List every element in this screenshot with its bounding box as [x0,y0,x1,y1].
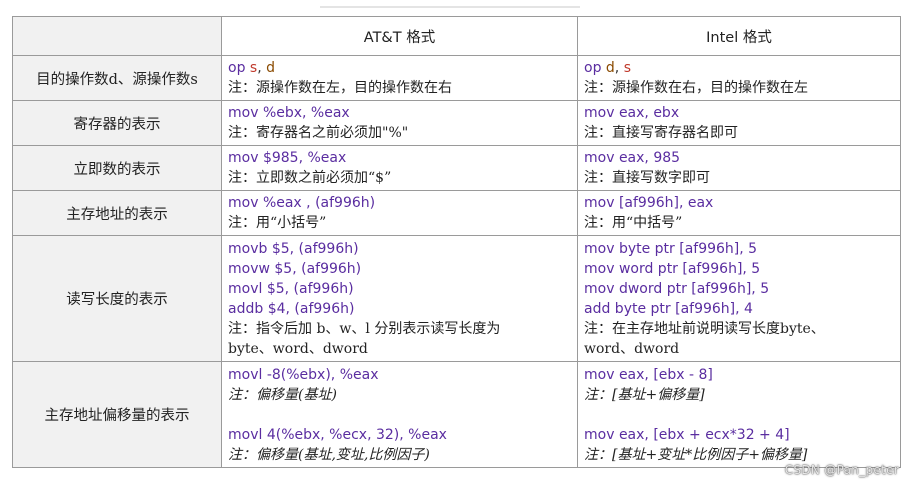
table-row: 读写长度的表示 movb $5, (af996h) movw $5, (af99… [12,235,901,362]
row-label: 目的操作数d、源操作数s [12,55,222,101]
intel-cell: mov eax, [ebx - 8] 注：[基址+偏移量] mov eax, [… [577,361,901,468]
code-line: mov %ebx, %eax [228,105,350,121]
code-line: mov [af996h], eax [584,195,714,211]
note-text: 注：源操作数在右，目的操作数在左 [584,80,808,96]
note-text: 注：偏移量(基址,变址,比例因子) [228,446,430,463]
table-row: 目的操作数d、源操作数s op s, d 注：源操作数在左，目的操作数在右 op… [12,55,901,101]
note-text: 注：偏移量(基址) [228,386,337,403]
code-line: movb $5, (af996h) [228,240,359,257]
note-text: 注：直接写数字即可 [584,170,710,186]
row-label: 主存地址偏移量的表示 [12,361,222,468]
intel-cell: mov eax, ebx 注：直接写寄存器名即可 [577,100,901,146]
header-att: AT&T 格式 [221,16,578,56]
code-line: mov eax, [ebx + ecx*32 + 4] [584,426,790,443]
code-line: addb $4, (af996h) [228,300,355,317]
code-keyword: op [228,60,246,76]
intel-cell: op d, s 注：源操作数在右，目的操作数在左 [577,55,901,101]
note-text: word、dword [584,340,680,357]
code-line: mov eax, 985 [584,150,681,166]
note-text: 注：在主存地址前说明读写长度byte、 [584,320,825,337]
code-operand: s [623,60,631,76]
att-cell: mov $985, %eax 注：立即数之前必须加“$” [221,145,578,191]
att-cell: mov %eax , (af996h) 注：用“小括号” [221,190,578,236]
code-line: movl -8(%ebx), %eax [228,366,379,383]
code-operand: d [266,60,275,76]
code-line: movl $5, (af996h) [228,280,354,297]
code-line: add byte ptr [af996h], 4 [584,300,753,317]
row-label: 寄存器的表示 [12,100,222,146]
note-text: 注：[基址+变址*比例因子+偏移量] [584,446,808,463]
top-divider [320,6,580,8]
table-row: 主存地址偏移量的表示 movl -8(%ebx), %eax 注：偏移量(基址)… [12,361,901,468]
table-row: 主存地址的表示 mov %eax , (af996h) 注：用“小括号” mov… [12,190,901,236]
header-row: AT&T 格式 Intel 格式 [12,16,901,56]
note-text: 注：立即数之前必须加“$” [228,170,392,186]
note-text: 注：用“小括号” [228,215,327,231]
watermark: CSDN @Pan_peter [784,463,899,477]
code-line: mov eax, [ebx - 8] [584,366,713,383]
code-keyword: op [584,60,602,76]
code-line: mov $985, %eax [228,150,347,166]
note-text: byte、word、dword [228,340,368,357]
intel-cell: mov byte ptr [af996h], 5 mov word ptr [a… [577,235,901,362]
att-cell: op s, d 注：源操作数在左，目的操作数在右 [221,55,578,101]
att-cell: movb $5, (af996h) movw $5, (af996h) movl… [221,235,578,362]
code-line: movl 4(%ebx, %ecx, 32), %eax [228,426,447,443]
code-line: op s, d [228,60,275,76]
note-text: 注：[基址+偏移量] [584,386,705,403]
code-line: mov byte ptr [af996h], 5 [584,240,758,257]
code-line: mov eax, ebx [584,105,680,121]
intel-cell: mov [af996h], eax 注：用“中括号” [577,190,901,236]
table-row: 寄存器的表示 mov %ebx, %eax 注：寄存器名之前必须加"%" mov… [12,100,901,146]
row-label: 主存地址的表示 [12,190,222,236]
att-cell: movl -8(%ebx), %eax 注：偏移量(基址) movl 4(%eb… [221,361,578,468]
comparison-table: AT&T 格式 Intel 格式 目的操作数d、源操作数s op s, d 注：… [12,16,901,468]
code-line: mov word ptr [af996h], 5 [584,260,761,277]
code-line: op d, s [584,60,631,76]
note-text: 注：用“中括号” [584,215,683,231]
note-text: 注：寄存器名之前必须加"%" [228,125,409,141]
row-label: 读写长度的表示 [12,235,222,362]
code-line: mov dword ptr [af996h], 5 [584,280,770,297]
note-text: 注：指令后加 b、w、l 分别表示读写长度为 [228,320,501,337]
row-label: 立即数的表示 [12,145,222,191]
header-corner [12,16,222,56]
note-text: 注：源操作数在左，目的操作数在右 [228,80,452,96]
code-line: movw $5, (af996h) [228,260,362,277]
code-line: mov %eax , (af996h) [228,195,376,211]
att-cell: mov %ebx, %eax 注：寄存器名之前必须加"%" [221,100,578,146]
note-text: 注：直接写寄存器名即可 [584,125,738,141]
table-row: 立即数的表示 mov $985, %eax 注：立即数之前必须加“$” mov … [12,145,901,191]
intel-cell: mov eax, 985 注：直接写数字即可 [577,145,901,191]
header-intel: Intel 格式 [577,16,901,56]
code-operand: d [605,60,615,76]
